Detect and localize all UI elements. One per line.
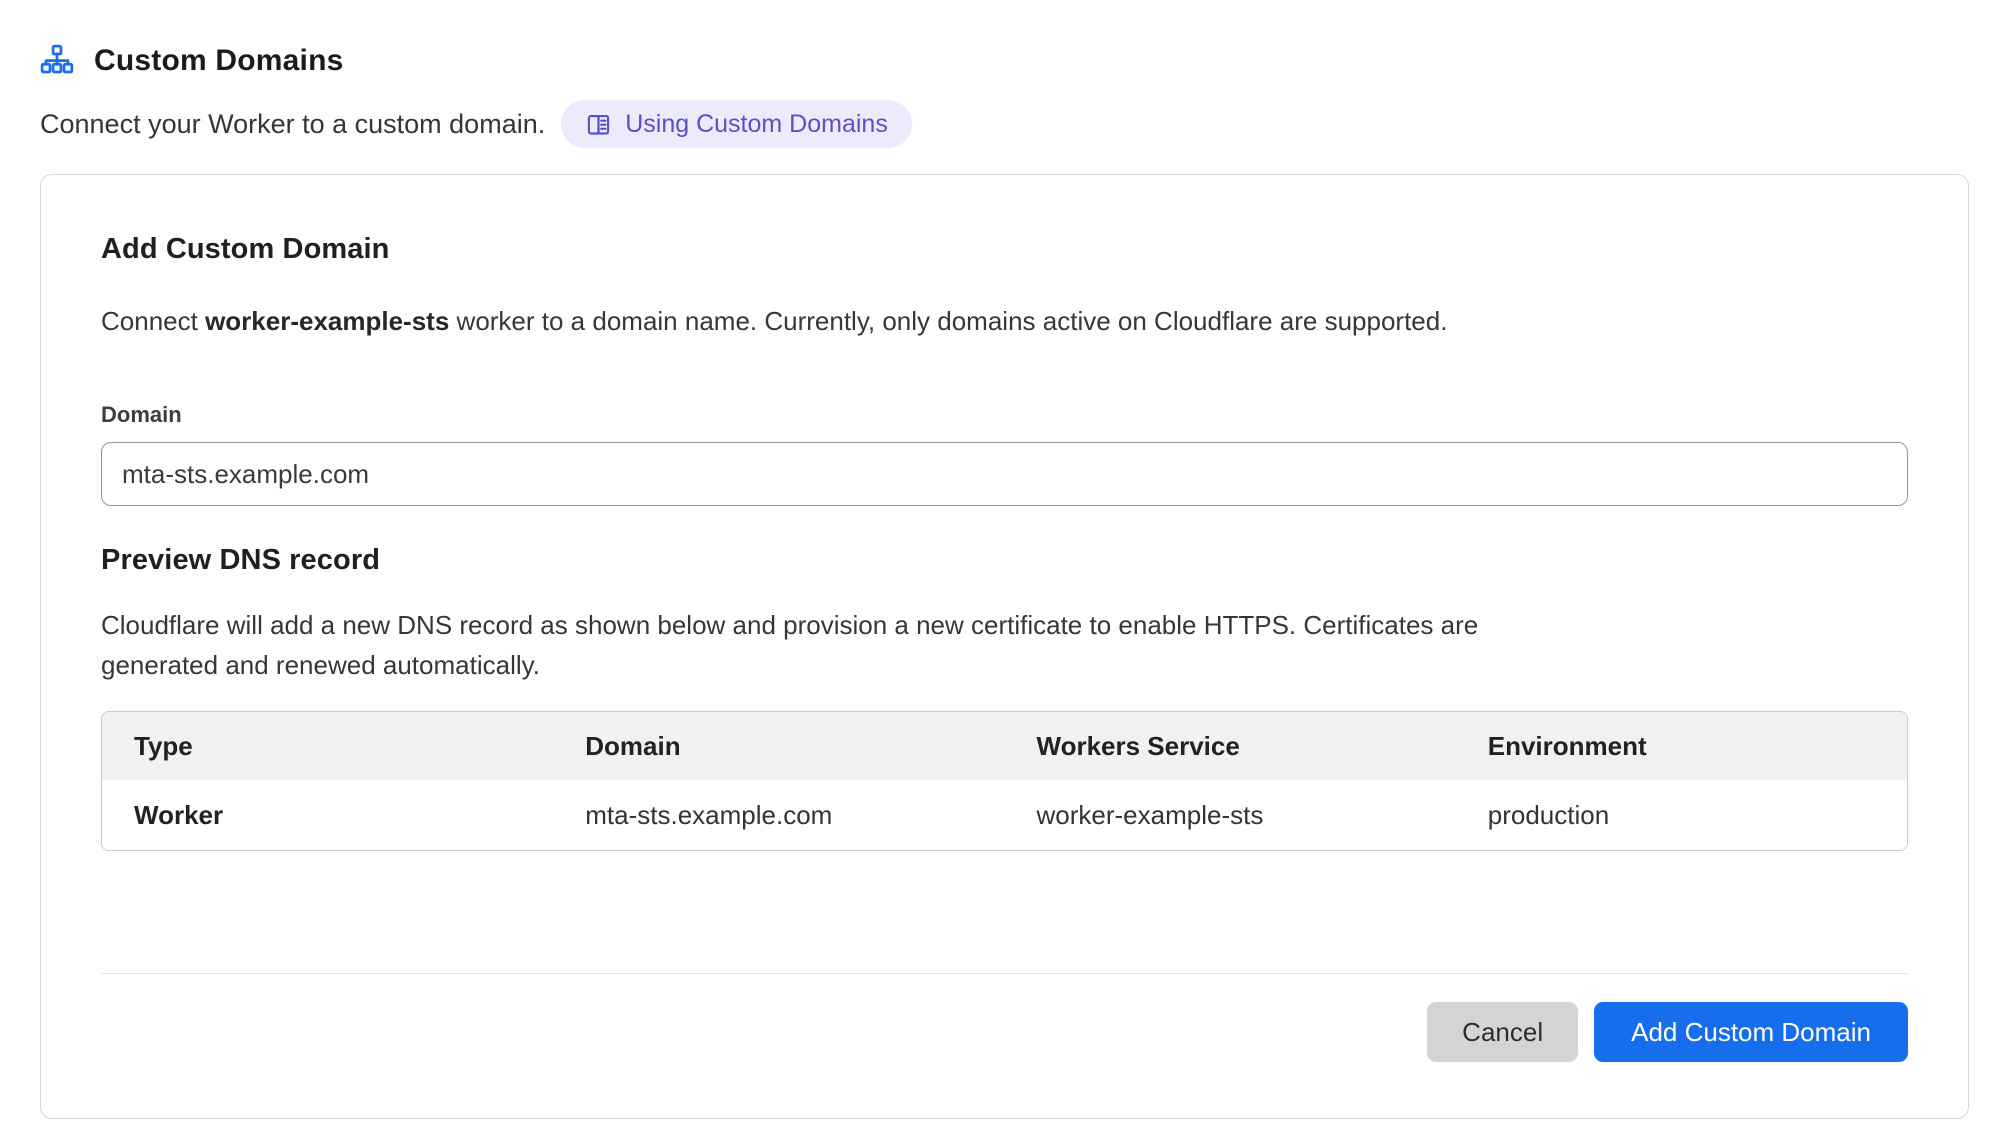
- domain-field-label: Domain: [101, 402, 1908, 428]
- open-book-icon: [585, 111, 612, 138]
- table-row: Worker mta-sts.example.com worker-exampl…: [102, 780, 1907, 850]
- preview-dns-description: Cloudflare will add a new DNS record as …: [101, 605, 1571, 685]
- add-custom-domain-button[interactable]: Add Custom Domain: [1594, 1002, 1908, 1062]
- sitemap-icon: [40, 44, 74, 78]
- column-header-environment: Environment: [1456, 712, 1907, 780]
- dns-preview-table: Type Domain Workers Service Environment …: [101, 711, 1908, 851]
- cell-workers-service: worker-example-sts: [1005, 780, 1456, 850]
- form-description-prefix: Connect: [101, 306, 205, 336]
- domain-input[interactable]: [101, 442, 1908, 506]
- cell-type: Worker: [102, 780, 553, 850]
- cell-environment: production: [1456, 780, 1907, 850]
- cancel-button[interactable]: Cancel: [1427, 1002, 1578, 1062]
- page-header: Custom Domains Connect your Worker to a …: [0, 0, 1999, 148]
- docs-link-using-custom-domains[interactable]: Using Custom Domains: [561, 100, 912, 148]
- footer-divider: [101, 973, 1908, 974]
- table-header-row: Type Domain Workers Service Environment: [102, 712, 1907, 780]
- page-subtitle: Connect your Worker to a custom domain.: [40, 109, 545, 140]
- cell-domain: mta-sts.example.com: [553, 780, 1004, 850]
- form-description-suffix: worker to a domain name. Currently, only…: [449, 306, 1447, 336]
- column-header-workers-service: Workers Service: [1005, 712, 1456, 780]
- column-header-type: Type: [102, 712, 553, 780]
- page-title: Custom Domains: [94, 44, 344, 78]
- add-custom-domain-card: Add Custom Domain Connect worker-example…: [40, 174, 1969, 1119]
- docs-link-label: Using Custom Domains: [625, 110, 888, 139]
- preview-dns-heading: Preview DNS record: [101, 544, 1908, 577]
- card-actions: Cancel Add Custom Domain: [101, 1002, 1908, 1062]
- worker-name: worker-example-sts: [205, 306, 449, 336]
- card-heading: Add Custom Domain: [101, 233, 1908, 266]
- form-description: Connect worker-example-sts worker to a d…: [101, 304, 1908, 338]
- column-header-domain: Domain: [553, 712, 1004, 780]
